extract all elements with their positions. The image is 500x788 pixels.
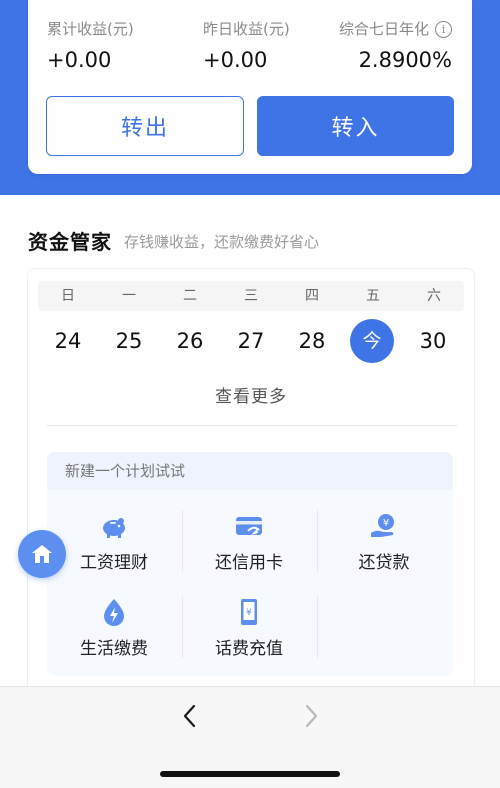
new-plan-header: 新建一个计划试试: [47, 452, 453, 490]
yesterday-earnings-label: 昨日收益(元): [203, 20, 290, 38]
section-title: 资金管家: [28, 230, 112, 254]
phone-recharge-icon: ¥: [241, 599, 257, 625]
plan-phone-recharge[interactable]: ¥ 话费充值: [182, 591, 316, 675]
cumulative-earnings: 累计收益(元) +0.00: [47, 18, 134, 72]
weekday-header: 日 一 二 三 四 五 六: [38, 281, 464, 311]
plan-item-label: 生活缴费: [80, 639, 148, 659]
utility-bolt-icon: [104, 599, 124, 626]
home-button[interactable]: [18, 530, 66, 578]
fund-manager-card: 日 一 二 三 四 五 六 24 25 26 27 28 今 30 查看更多 新…: [27, 268, 475, 710]
plan-item-label: 话费充值: [215, 639, 283, 659]
browser-navigation-bar: [0, 686, 500, 788]
chevron-right-icon[interactable]: [296, 701, 326, 731]
seven-day-yield: 综合七日年化 i 2.8900%: [339, 18, 452, 72]
loan-hand-icon: ¥: [371, 514, 394, 537]
transfer-in-button[interactable]: 转入: [257, 96, 454, 156]
weekday-tue: 二: [183, 288, 197, 304]
calendar-day[interactable]: 28: [290, 319, 334, 363]
new-plan-panel: 新建一个计划试试 工资理财 还信用卡 ¥ 还贷款 生活缴费 ¥ 话费充值: [47, 452, 453, 676]
weekday-sat: 六: [427, 288, 441, 304]
chevron-left-icon[interactable]: [175, 701, 205, 731]
svg-text:¥: ¥: [383, 518, 389, 529]
plan-item-label: 还贷款: [358, 553, 410, 573]
calendar-day[interactable]: 27: [229, 319, 273, 363]
home-indicator: [160, 771, 340, 777]
weekday-wed: 三: [244, 288, 258, 304]
plan-item-label: 工资理财: [80, 553, 148, 573]
home-icon: [32, 545, 52, 563]
section-subtitle: 存钱赚收益，还款缴费好省心: [124, 233, 320, 251]
calendar-day[interactable]: 25: [107, 319, 151, 363]
plan-credit-card[interactable]: 还信用卡: [182, 505, 316, 589]
plan-item-label: 还信用卡: [215, 553, 283, 573]
yesterday-earnings-value: +0.00: [203, 48, 268, 72]
calendar-day-today[interactable]: 今: [350, 319, 394, 363]
plan-salary-finance[interactable]: 工资理财: [47, 505, 181, 589]
seven-day-yield-label: 综合七日年化: [338, 20, 429, 38]
see-more-link[interactable]: 查看更多: [28, 382, 474, 407]
transfer-out-button[interactable]: 转出: [46, 96, 244, 156]
yesterday-earnings: 昨日收益(元) +0.00: [203, 18, 290, 72]
svg-text:¥: ¥: [246, 608, 252, 618]
info-icon[interactable]: i: [435, 21, 452, 38]
calendar-day[interactable]: 26: [168, 319, 212, 363]
divider: [46, 425, 458, 426]
calendar-day[interactable]: 30: [411, 319, 455, 363]
credit-card-icon: [236, 517, 262, 535]
cumulative-earnings-label: 累计收益(元): [47, 20, 134, 38]
calendar-day[interactable]: 24: [46, 319, 90, 363]
plan-utilities[interactable]: 生活缴费: [47, 591, 181, 675]
weekday-fri: 五: [366, 288, 380, 304]
seven-day-yield-value: 2.8900%: [358, 48, 452, 72]
cumulative-earnings-value: +0.00: [47, 48, 112, 72]
weekday-sun: 日: [61, 288, 75, 304]
weekday-thu: 四: [305, 288, 319, 304]
plan-repay-loan[interactable]: ¥ 还贷款: [317, 505, 451, 589]
weekday-mon: 一: [122, 288, 136, 304]
earnings-summary-card: 累计收益(元) +0.00 昨日收益(元) +0.00 综合七日年化 i 2.89…: [28, 0, 472, 174]
piggy-bank-icon: [103, 518, 125, 538]
divider: [317, 596, 318, 658]
